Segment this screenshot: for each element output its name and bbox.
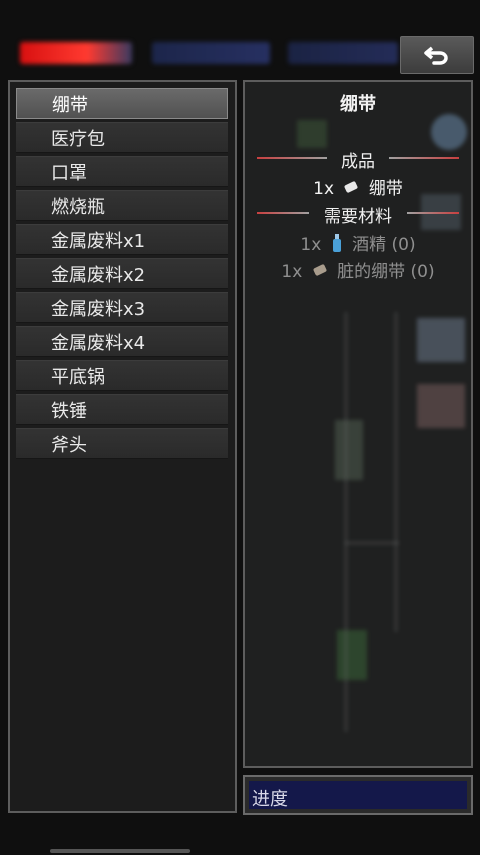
progress-label: 进度 — [252, 789, 288, 810]
stat-bar — [288, 42, 398, 64]
materials-section-header: 需要材料 — [257, 202, 459, 227]
recipe-item-label: 口罩 — [51, 162, 87, 184]
progress-bar: 进度 — [243, 775, 473, 815]
recipe-item[interactable]: 斧头 — [16, 428, 228, 459]
bandage-icon — [343, 179, 359, 199]
alcohol-bottle-icon — [331, 233, 343, 258]
recipe-item[interactable]: 绷带 — [16, 88, 228, 119]
recipe-item-label: 金属废料x3 — [51, 298, 146, 320]
material-row: 1x 酒精 (0) — [245, 230, 471, 258]
product-header-label: 成品 — [341, 152, 375, 172]
recipe-item-label: 金属废料x2 — [51, 264, 146, 286]
recipe-item-label: 医疗包 — [51, 128, 105, 150]
recipe-detail-panel: 绷带 成品 1x 绷带 需要材料 1x 酒精 (0) 1x 脏的绷带 (0) — [243, 80, 473, 768]
recipe-title: 绷带 — [340, 94, 376, 115]
product-qty: 1x — [313, 179, 335, 199]
stat-bar — [152, 42, 270, 64]
recipe-item-label: 金属废料x1 — [51, 230, 146, 252]
material-qty: 1x — [281, 262, 303, 282]
material-name: 酒精 (0) — [352, 235, 416, 255]
recipe-item[interactable]: 金属废料x2 — [16, 258, 228, 289]
divider-line — [407, 212, 459, 214]
material-name: 脏的绷带 (0) — [337, 262, 435, 282]
recipe-item-label: 斧头 — [51, 434, 87, 456]
product-row: 1x 绷带 — [245, 174, 471, 199]
product-name: 绷带 — [368, 179, 403, 199]
product-section-header: 成品 — [257, 147, 459, 172]
recipe-item-label: 金属废料x4 — [51, 332, 146, 354]
material-row: 1x 脏的绷带 (0) — [245, 257, 471, 282]
recipe-item-label: 燃烧瓶 — [51, 196, 105, 218]
recipe-item[interactable]: 医疗包 — [16, 122, 228, 153]
recipe-item[interactable]: 铁锤 — [16, 394, 228, 425]
recipe-item-label: 绷带 — [52, 94, 88, 116]
material-qty: 1x — [300, 235, 322, 255]
health-bar — [20, 42, 132, 64]
return-arrow-icon — [424, 46, 448, 65]
progress-track: 进度 — [249, 781, 467, 810]
recipe-item[interactable]: 金属废料x4 — [16, 326, 228, 357]
materials-header-label: 需要材料 — [324, 207, 392, 227]
system-home-indicator — [50, 849, 190, 853]
back-button[interactable] — [400, 36, 474, 74]
recipe-item[interactable]: 燃烧瓶 — [16, 190, 228, 221]
recipe-item[interactable]: 金属废料x3 — [16, 292, 228, 323]
recipe-item[interactable]: 口罩 — [16, 156, 228, 187]
divider-line — [389, 157, 459, 159]
recipe-item-label: 铁锤 — [51, 400, 87, 422]
recipe-item[interactable]: 平底锅 — [16, 360, 228, 391]
recipe-item-label: 平底锅 — [51, 366, 105, 388]
recipe-list-panel: 绷带医疗包口罩燃烧瓶金属废料x1 金属废料x2 金属废料x3 金属废料x4 平底锅铁锤斧… — [8, 80, 237, 813]
dirty-bandage-icon — [312, 262, 328, 282]
recipe-item[interactable]: 金属废料x1 — [16, 224, 228, 255]
